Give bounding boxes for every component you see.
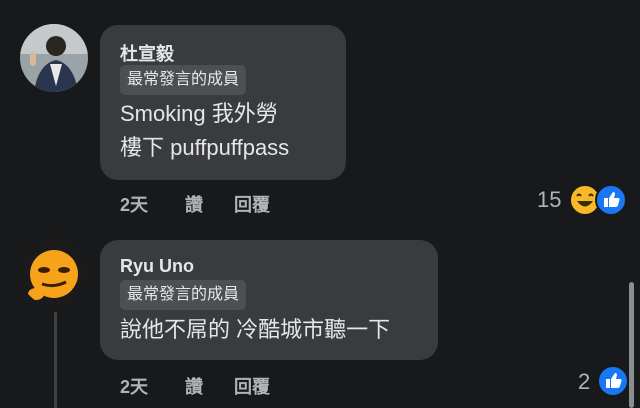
top-contributor-badge: 最常發言的成員 [120,65,247,95]
reply-action[interactable]: 回覆 [234,191,270,217]
reply-thread-line [54,312,57,408]
avatar-user-2[interactable] [20,238,88,306]
reaction-count[interactable]: 15 [537,187,561,213]
reaction-count[interactable]: 2 [578,369,590,395]
comment-text-line-1: 說他不屌的 冷酷城市聽一下 [120,317,391,342]
like-action[interactable]: 讚 [185,373,203,399]
comment-author[interactable]: 杜宣毅 [120,40,174,66]
comment-text-line-1: Smoking 我外勞 [120,101,278,126]
top-contributor-badge: 最常發言的成員 [120,280,247,310]
scrollbar[interactable] [629,282,634,408]
reply-action[interactable]: 回覆 [234,373,270,399]
like-icon[interactable] [597,365,629,397]
like-icon[interactable] [595,184,627,216]
comment-bubble-1: 杜宣毅 最常發言的成員 Smoking 我外勞 樓下 puffpuffpass [100,25,346,180]
like-action[interactable]: 讚 [185,191,203,217]
avatar-user-1[interactable] [20,24,88,92]
comment-text-line-2: 樓下 puffpuffpass [120,135,290,160]
comment-timestamp[interactable]: 2天 [120,191,148,217]
comment-timestamp[interactable]: 2天 [120,373,148,399]
comment-author[interactable]: Ryu Uno [120,256,194,277]
comment-bubble-2: Ryu Uno 最常發言的成員 說他不屌的 冷酷城市聽一下 [100,240,438,360]
